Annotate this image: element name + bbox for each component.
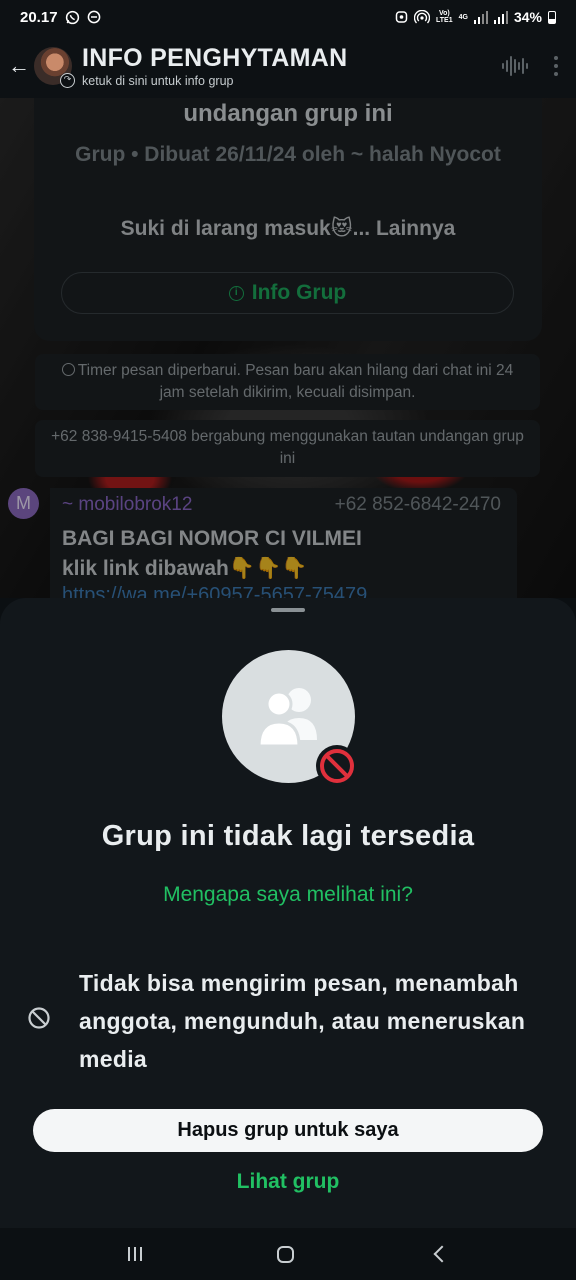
restriction-row: Tidak bisa mengirim pesan, menambah angg… — [27, 964, 527, 1074]
delete-group-button[interactable]: Hapus grup untuk saya — [33, 1109, 543, 1152]
status-time: 20.17 — [20, 8, 58, 26]
header-actions — [502, 55, 566, 77]
hotspot-icon — [414, 10, 431, 24]
whatsapp-icon — [65, 10, 79, 24]
nav-recents-icon[interactable] — [127, 1247, 142, 1261]
network-label: Vo) LTE1 — [436, 10, 453, 24]
chat-subtitle[interactable]: ketuk di sini untuk info grup — [82, 73, 347, 89]
dim-overlay — [0, 98, 576, 598]
chat-header: ← ↷ INFO PENGHYTAMAN ketuk di sini untuk… — [0, 34, 576, 98]
alarm-icon — [395, 11, 408, 23]
group-icon — [257, 688, 317, 748]
signal-icon — [473, 10, 488, 24]
view-group-button[interactable]: Lihat grup — [0, 1170, 576, 1194]
network-gen: 4G — [458, 13, 468, 21]
chat-title[interactable]: INFO PENGHYTAMAN — [82, 44, 347, 72]
chat-area: undangan grup ini Grup • Dibuat 26/11/24… — [0, 98, 576, 598]
nav-back-icon[interactable] — [433, 1245, 451, 1263]
more-menu-icon[interactable] — [554, 56, 558, 76]
blocked-icon — [320, 749, 354, 783]
sheet-title: Grup ini tidak lagi tersedia — [101, 820, 475, 852]
group-unavailable-sheet: Grup ini tidak lagi tersedia Mengapa say… — [0, 598, 576, 1228]
battery-percent: 34% — [513, 9, 542, 25]
group-avatar[interactable]: ↷ — [34, 47, 75, 88]
voice-chat-icon[interactable] — [502, 55, 528, 77]
dnd-icon — [87, 10, 100, 24]
drag-handle[interactable] — [271, 608, 305, 612]
header-text[interactable]: INFO PENGHYTAMAN ketuk di sini untuk inf… — [82, 44, 347, 89]
restricted-icon — [28, 1007, 50, 1029]
status-right: Vo) LTE1 4G 34% — [395, 9, 556, 25]
battery-icon — [548, 10, 556, 24]
status-left: 20.17 — [20, 9, 101, 26]
timer-badge-icon: ↷ — [60, 73, 75, 88]
nav-home-icon[interactable] — [277, 1245, 295, 1263]
status-bar: 20.17 Vo) LTE1 4G 34% — [0, 0, 576, 34]
signal-icon-2 — [493, 10, 508, 24]
system-nav-bar — [0, 1228, 576, 1280]
back-arrow-icon[interactable]: ← — [6, 53, 32, 79]
why-am-i-seeing-this-link[interactable]: Mengapa saya melihat ini? — [150, 878, 426, 911]
restriction-text: Tidak bisa mengirim pesan, menambah angg… — [79, 970, 526, 1072]
blocked-badge — [316, 745, 358, 787]
